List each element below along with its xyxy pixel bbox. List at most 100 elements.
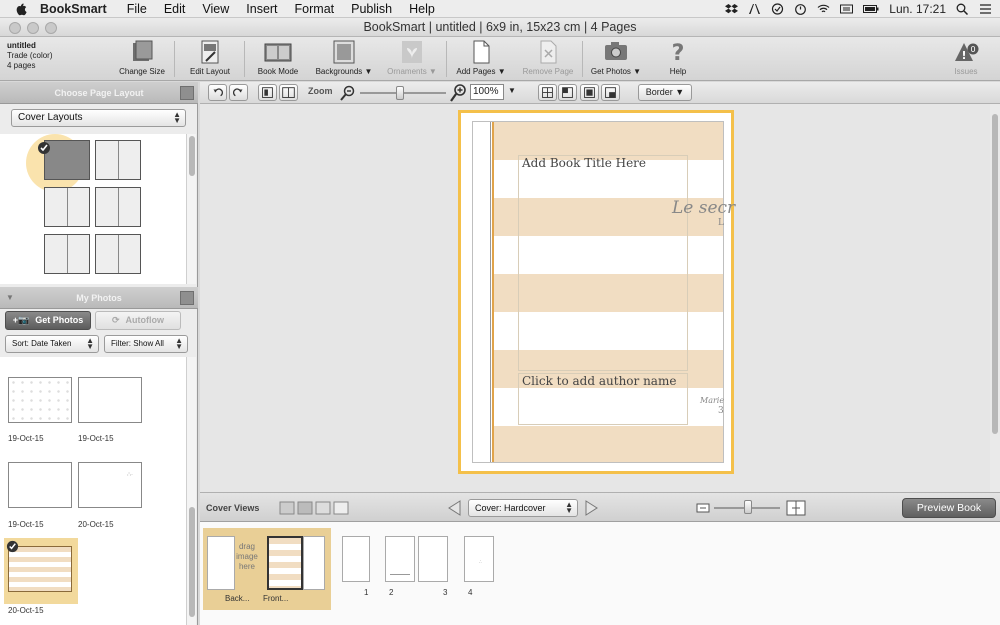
menu-publish[interactable]: Publish [351, 2, 392, 16]
book-mode-button[interactable]: Book Mode [253, 39, 303, 79]
cover-views-label: Cover Views [206, 503, 260, 513]
edit-layout-button[interactable]: Edit Layout [184, 39, 236, 79]
layout-scroll-thumb[interactable] [189, 136, 195, 176]
view-frame-button[interactable] [558, 84, 577, 101]
layout-category-select[interactable]: Cover Layouts ▲ ▼ [11, 109, 186, 127]
script-text-top: Le secr [672, 198, 736, 218]
canvas-scrollbar[interactable] [990, 104, 1000, 492]
preview-book-button[interactable]: Preview Book [902, 498, 996, 518]
cover-type-select[interactable]: Cover: Hardcover ▲ ▼ [468, 499, 578, 517]
image-frame[interactable] [518, 155, 688, 371]
author-name-placeholder[interactable]: Click to add author name [522, 374, 676, 388]
timer-icon[interactable] [794, 3, 807, 15]
view-grid-button[interactable] [538, 84, 557, 101]
document-type: Trade (color) [7, 51, 53, 60]
zoom-dropdown-arrow[interactable]: ▼ [508, 86, 516, 95]
select-arrows-icon: ▲ ▼ [175, 336, 183, 351]
book-title-placeholder[interactable]: Add Book Title Here [522, 156, 646, 170]
undo-button[interactable] [208, 84, 227, 101]
get-photos-button[interactable]: +📷 Get Photos [5, 311, 91, 330]
toolbar-divider [446, 41, 447, 77]
get-photos-toolbar-button[interactable]: Get Photos ▼ [588, 39, 644, 79]
ornaments-button[interactable]: Ornaments ▼ [385, 39, 439, 79]
fit-spread-button[interactable] [279, 84, 298, 101]
sync-check-icon[interactable] [771, 3, 784, 15]
next-cover-arrow-icon[interactable] [582, 499, 600, 517]
photo-thumbnail[interactable] [78, 377, 142, 423]
popout-panel-icon[interactable] [180, 291, 194, 305]
redo-button[interactable] [229, 84, 248, 101]
notification-center-icon[interactable] [979, 3, 992, 15]
menu-help[interactable]: Help [409, 2, 435, 16]
collapse-triangle-icon[interactable]: ▼ [6, 287, 14, 309]
menu-insert[interactable]: Insert [246, 2, 277, 16]
photos-scrollbar[interactable] [186, 357, 196, 625]
page-thumbnail-1[interactable] [342, 536, 370, 582]
zoom-slider-thumb[interactable] [396, 86, 404, 100]
grid-icon [542, 87, 553, 98]
book-size-icon [133, 40, 153, 61]
border-dropdown[interactable]: Border ▼ [638, 84, 692, 101]
view-center-button[interactable] [580, 84, 599, 101]
keyboard-icon[interactable] [840, 3, 854, 15]
menu-view[interactable]: View [202, 2, 229, 16]
layout-option-4[interactable] [95, 187, 141, 227]
autoflow-button[interactable]: ⟳ Autoflow [95, 311, 181, 330]
menu-file[interactable]: File [127, 2, 147, 16]
canvas-scroll-thumb[interactable] [992, 114, 998, 434]
page-thumbnail-3[interactable] [418, 536, 448, 582]
zoom-percent-field[interactable]: 100% [470, 84, 504, 100]
add-pages-button[interactable]: Add Pages ▼ [452, 39, 510, 79]
menu-format[interactable]: Format [295, 2, 335, 16]
edit-layout-icon [201, 40, 219, 64]
backgrounds-button[interactable]: Backgrounds ▼ [312, 39, 376, 79]
photo-thumbnail[interactable] [8, 377, 72, 423]
large-page-size-icon[interactable] [786, 498, 806, 518]
svg-text:!: ! [961, 49, 966, 62]
previous-cover-arrow-icon[interactable] [446, 499, 464, 517]
help-button[interactable]: ? Help [660, 39, 696, 79]
choose-page-layout-header: Choose Page Layout [0, 82, 198, 104]
front-flap-thumbnail[interactable] [303, 536, 325, 590]
menu-edit[interactable]: Edit [164, 2, 186, 16]
page-number: 4 [468, 588, 473, 597]
issues-button[interactable]: ! 0 Issues [948, 39, 984, 79]
change-size-button[interactable]: Change Size [116, 39, 168, 79]
back-cover-thumbnail[interactable] [207, 536, 235, 590]
view-bottom-button[interactable] [601, 84, 620, 101]
battery-icon[interactable] [863, 3, 879, 15]
front-cover-thumbnail[interactable] [267, 536, 303, 590]
page-thumbnail-2[interactable] [385, 536, 415, 582]
remove-page-button[interactable]: Remove Page [518, 39, 578, 79]
layout-option-6[interactable] [95, 234, 141, 274]
page-thumbnail-4[interactable]: ∴ [464, 536, 494, 582]
photos-scroll-thumb[interactable] [189, 507, 195, 617]
spotlight-search-icon[interactable] [956, 3, 969, 15]
cover-spread-thumbnail[interactable]: drag image here Back... Front... [203, 528, 331, 610]
dropbox-icon[interactable] [725, 3, 739, 15]
cover-view-icons[interactable] [278, 499, 350, 517]
small-page-size-icon[interactable] [696, 501, 710, 515]
redo-icon [233, 88, 243, 97]
photo-thumbnail[interactable]: ∴· [78, 462, 142, 508]
fit-page-button[interactable] [258, 84, 277, 101]
layout-option-5[interactable] [44, 234, 90, 274]
page-size-slider-thumb[interactable] [744, 500, 752, 514]
photo-thumbnail[interactable] [8, 462, 72, 508]
wifi-icon[interactable] [817, 3, 830, 15]
adobe-icon[interactable] [748, 3, 761, 15]
sort-select[interactable]: Sort: Date Taken ▲ ▼ [5, 335, 99, 353]
layout-scrollbar[interactable] [186, 134, 196, 284]
app-menu[interactable]: BookSmart [40, 2, 107, 16]
zoom-in-icon[interactable] [450, 84, 466, 102]
book-spine[interactable] [473, 122, 491, 462]
filter-select[interactable]: Filter: Show All ▲ ▼ [104, 335, 188, 353]
layout-option-3[interactable] [44, 187, 90, 227]
apple-menu-icon[interactable] [14, 2, 28, 16]
layout-option-2[interactable] [95, 140, 141, 180]
layout-thumbnails [0, 134, 186, 284]
menubar-clock[interactable]: Lun. 17:21 [889, 2, 946, 16]
popout-panel-icon[interactable] [180, 86, 194, 100]
zoom-out-icon[interactable] [340, 85, 355, 101]
document-pages: 4 pages [7, 61, 36, 70]
